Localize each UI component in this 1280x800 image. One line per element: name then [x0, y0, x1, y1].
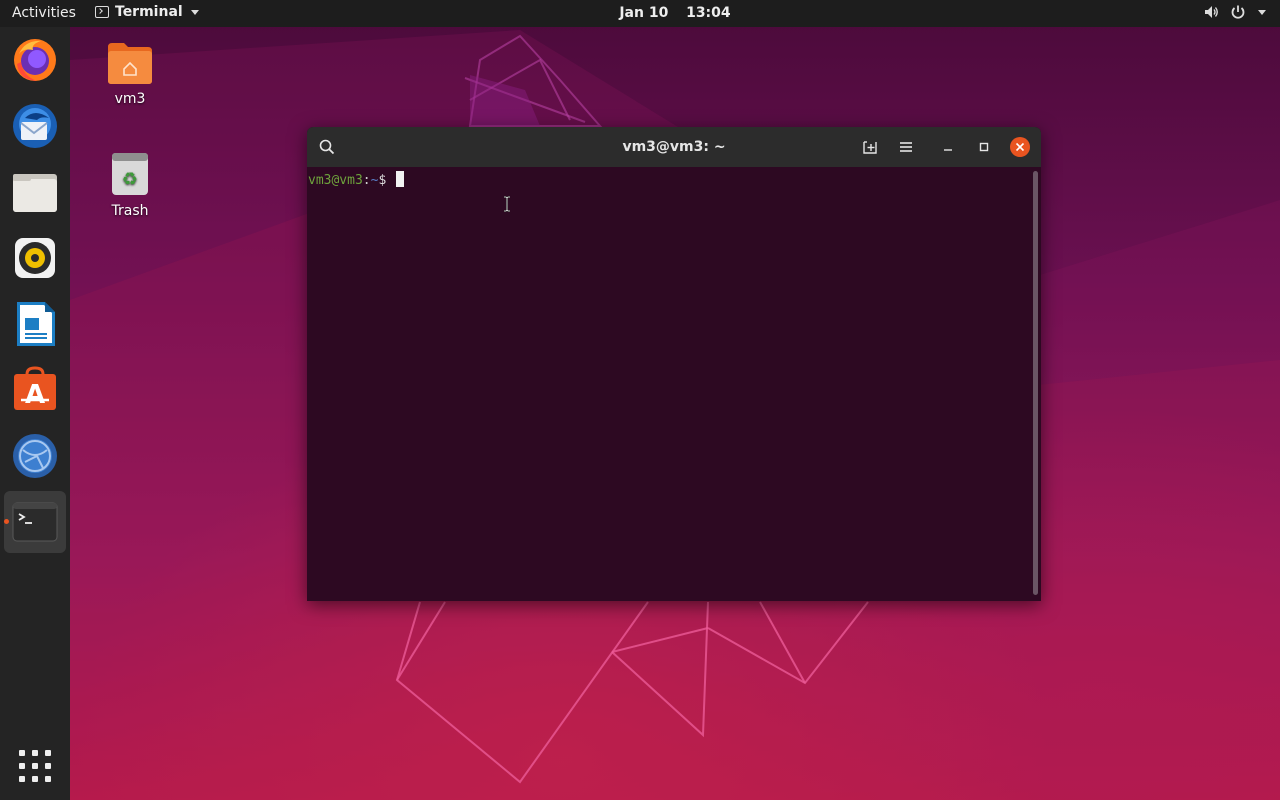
text-cursor — [396, 171, 405, 187]
dock-item-help[interactable] — [10, 431, 60, 481]
prompt-line: vm3@vm3:~$ — [308, 171, 405, 188]
grid-icon — [19, 750, 51, 782]
minimize-icon — [944, 149, 952, 151]
dock-item-rhythmbox[interactable] — [10, 233, 60, 283]
prompt-colon: : — [362, 173, 371, 188]
clock-time: 13:04 — [686, 5, 731, 21]
thunderbird-icon — [13, 104, 57, 148]
dock-item-thunderbird[interactable] — [10, 101, 60, 151]
writer-icon — [17, 302, 55, 346]
terminal-window[interactable]: vm3@vm3: ~ vm3@vm3:~$ — [307, 127, 1041, 601]
desktop-icon-label: Trash — [111, 203, 149, 219]
dock-item-firefox[interactable] — [10, 35, 60, 85]
volume-icon — [1205, 6, 1218, 18]
files-icon — [13, 174, 57, 212]
power-icon — [1231, 5, 1245, 19]
close-button[interactable] — [1010, 137, 1030, 157]
terminal-text-area[interactable]: vm3@vm3:~$ — [307, 167, 1031, 601]
top-bar: Activities Terminal Jan 10 13:04 — [0, 0, 1280, 27]
minimize-button[interactable] — [936, 135, 960, 159]
trash-icon: ♻ — [112, 153, 148, 195]
software-icon: A — [14, 366, 56, 410]
hamburger-menu-icon — [900, 142, 912, 152]
desktop-icon-trash[interactable]: ♻ Trash — [90, 151, 170, 219]
clock-date: Jan 10 — [619, 5, 669, 21]
desktop-icon-label: vm3 — [114, 91, 146, 107]
system-menu[interactable] — [1204, 4, 1266, 20]
dock-item-ubuntu-software[interactable]: A — [10, 365, 60, 415]
prompt-dollar: $ — [378, 173, 395, 188]
rhythmbox-icon — [15, 238, 55, 278]
dock: A — [0, 27, 70, 800]
scrollbar-thumb[interactable] — [1033, 171, 1038, 595]
dock-item-writer[interactable] — [10, 299, 60, 349]
svg-text:♻: ♻ — [122, 169, 138, 190]
desktop-icon-home[interactable]: vm3 — [90, 41, 170, 107]
window-title: vm3@vm3: ~ — [622, 139, 726, 155]
dock-item-terminal[interactable] — [4, 491, 66, 553]
firefox-icon — [14, 39, 56, 81]
maximize-button[interactable] — [972, 135, 996, 159]
terminal-icon — [12, 502, 58, 542]
running-indicator — [4, 519, 9, 524]
menu-button[interactable] — [894, 135, 918, 159]
new-tab-button[interactable] — [858, 135, 882, 159]
dock-item-files[interactable] — [10, 167, 60, 217]
close-icon — [1015, 142, 1025, 152]
home-folder-icon — [108, 43, 152, 84]
svg-text:A: A — [25, 380, 45, 410]
help-icon — [13, 434, 57, 478]
show-applications-button[interactable] — [10, 741, 60, 791]
ibeam-cursor-icon — [504, 196, 510, 212]
chevron-down-icon — [1258, 9, 1266, 15]
scrollbar[interactable] — [1031, 167, 1041, 601]
clock[interactable]: Jan 10 13:04 — [0, 5, 1280, 21]
prompt-user-host: vm3@vm3 — [308, 173, 363, 188]
maximize-icon — [979, 142, 989, 152]
new-tab-icon — [863, 141, 877, 154]
window-headerbar[interactable]: vm3@vm3: ~ — [307, 127, 1041, 167]
